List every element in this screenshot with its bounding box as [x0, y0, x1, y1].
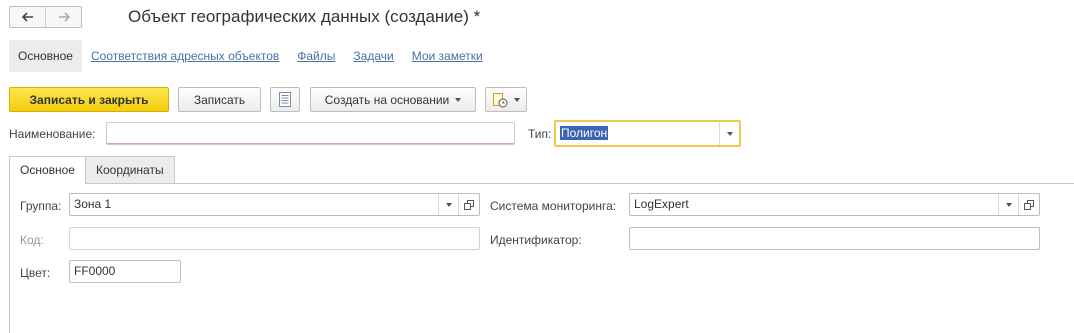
arrow-left-icon — [21, 12, 33, 22]
type-select[interactable]: Полигон — [554, 120, 741, 147]
color-label: Цвет: — [20, 266, 51, 280]
save-button[interactable]: Записать — [178, 87, 261, 112]
group-value: Зона 1 — [74, 197, 112, 211]
report-menu-button[interactable] — [485, 87, 527, 112]
document-list-button[interactable] — [270, 87, 300, 112]
chevron-down-icon — [1005, 202, 1012, 207]
report-clock-icon — [493, 92, 508, 107]
monitoring-value: LogExpert — [634, 197, 689, 211]
type-dropdown-button[interactable] — [719, 122, 739, 145]
section-tab-tasks[interactable]: Задачи — [344, 40, 402, 72]
page-title: Объект географических данных (создание) … — [128, 7, 481, 26]
open-window-icon — [464, 199, 474, 210]
create-based-on-button[interactable]: Создать на основании — [310, 87, 476, 112]
chevron-down-icon — [445, 202, 452, 207]
code-label: Код: — [20, 233, 44, 247]
history-nav — [9, 6, 82, 28]
monitoring-label: Система мониторинга: — [490, 199, 617, 213]
save-and-close-button[interactable]: Записать и закрыть — [9, 87, 169, 112]
group-label: Группа: — [20, 199, 62, 213]
document-list-icon — [279, 92, 291, 107]
form-tabs: Основное Координаты — [9, 156, 175, 184]
back-button[interactable] — [10, 7, 45, 27]
section-tab-my-notes[interactable]: Мои заметки — [403, 40, 492, 72]
monitoring-open-button[interactable] — [1018, 194, 1039, 215]
section-tabs: Основное Соответствия адресных объектов … — [9, 40, 492, 72]
chevron-down-icon — [514, 97, 520, 102]
group-dropdown-button[interactable] — [438, 194, 458, 215]
type-label: Тип: — [528, 127, 552, 141]
arrow-right-icon — [58, 12, 70, 22]
section-tab-main[interactable]: Основное — [9, 40, 82, 72]
monitoring-dropdown-button[interactable] — [998, 194, 1018, 215]
open-window-icon — [1024, 199, 1034, 210]
forward-button[interactable] — [45, 7, 81, 27]
tab-coordinates[interactable]: Координаты — [84, 156, 175, 183]
color-input[interactable]: FF0000 — [69, 260, 181, 283]
identifier-input[interactable] — [629, 227, 1040, 250]
code-input[interactable] — [69, 227, 480, 250]
group-open-button[interactable] — [458, 194, 479, 215]
type-value: Полигон — [560, 126, 609, 140]
name-label: Наименование: — [9, 127, 96, 141]
section-tab-address-mapping[interactable]: Соответствия адресных объектов — [82, 40, 288, 72]
name-input[interactable] — [106, 122, 515, 145]
identifier-label: Идентификатор: — [490, 233, 582, 247]
chevron-down-icon — [455, 97, 462, 102]
chevron-down-icon — [726, 131, 733, 136]
section-tab-files[interactable]: Файлы — [288, 40, 344, 72]
monitoring-select[interactable]: LogExpert — [629, 193, 1040, 216]
tab-main[interactable]: Основное — [9, 156, 86, 184]
group-select[interactable]: Зона 1 — [69, 193, 480, 216]
create-based-on-label: Создать на основании — [324, 92, 450, 107]
